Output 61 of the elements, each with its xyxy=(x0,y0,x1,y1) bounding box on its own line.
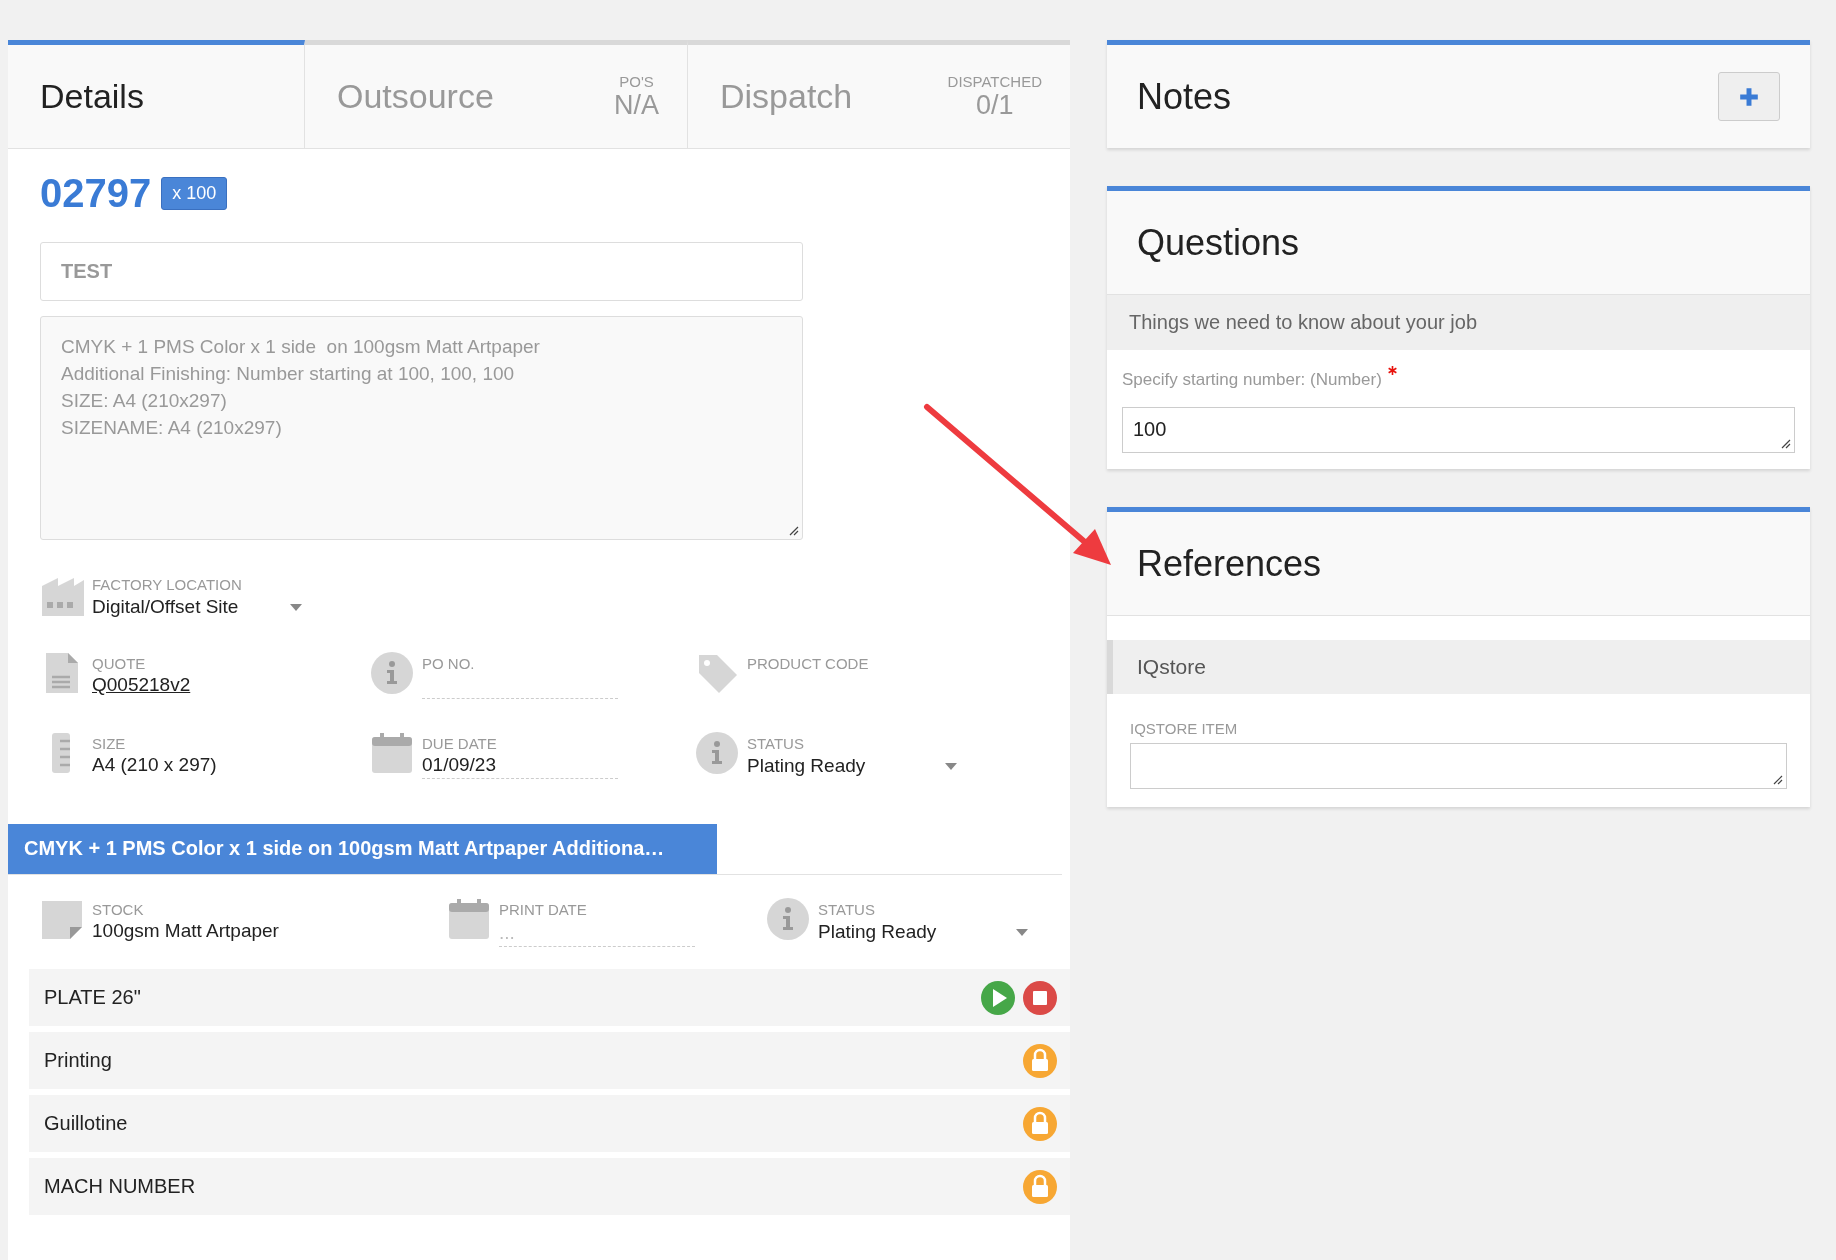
quantity-badge: x 100 xyxy=(161,177,228,210)
input-field[interactable]: ... xyxy=(499,920,695,947)
calendar-icon xyxy=(370,731,414,775)
field-label: QUOTE xyxy=(92,655,147,672)
lock-icon[interactable] xyxy=(1022,1105,1058,1142)
task-row[interactable]: Guillotine xyxy=(29,1095,1070,1152)
tab-count: N/A xyxy=(614,89,659,121)
info-icon xyxy=(766,897,810,941)
info-icon xyxy=(695,731,739,775)
task-row[interactable]: PLATE 26" xyxy=(29,969,1070,1026)
task-name: Guillotine xyxy=(44,1112,128,1135)
caret-icon xyxy=(290,603,302,611)
tab-count: 0/1 xyxy=(976,89,1014,121)
select-field[interactable]: Plating Ready xyxy=(747,754,957,778)
job-number: 02797 xyxy=(40,171,152,216)
caret-icon xyxy=(945,762,957,770)
field-label: FACTORY LOCATION xyxy=(92,576,243,593)
resize-handle-icon[interactable] xyxy=(789,526,799,536)
stop-icon[interactable] xyxy=(1022,979,1058,1016)
add-button[interactable] xyxy=(1718,72,1780,121)
card-title: References xyxy=(1137,542,1322,585)
field-value: 100gsm Matt Artpaper xyxy=(92,920,279,943)
resize-handle-icon[interactable] xyxy=(1773,775,1783,785)
card-title: Questions xyxy=(1137,221,1300,264)
task-row[interactable]: MACH NUMBER xyxy=(29,1158,1070,1215)
field-label: PRINT DATE xyxy=(499,901,588,918)
task-name: Printing xyxy=(44,1049,112,1072)
play-icon[interactable] xyxy=(980,979,1016,1016)
task-row[interactable]: Printing xyxy=(29,1032,1070,1089)
section-tab[interactable]: CMYK + 1 PMS Color x 1 side on 100gsm Matt Artpaper Additiona… xyxy=(8,824,717,874)
answer-field[interactable]: 100 xyxy=(1122,407,1795,453)
field-label: PO NO. xyxy=(422,655,476,672)
calendar-icon xyxy=(447,897,491,941)
resize-handle-icon[interactable] xyxy=(1781,439,1791,449)
tab-caption: PO'S xyxy=(619,72,654,90)
card-title: Notes xyxy=(1137,75,1232,118)
lock-icon[interactable] xyxy=(1022,1042,1058,1079)
field-label: PRODUCT CODE xyxy=(747,655,869,672)
field-value: A4 (210 x 297) xyxy=(92,754,217,777)
field-label: STATUS xyxy=(747,735,805,752)
select-field[interactable]: Digital/Offset Site xyxy=(92,595,302,619)
task-name: PLATE 26" xyxy=(44,986,141,1009)
plus-icon xyxy=(1738,85,1760,108)
field-label: STOCK xyxy=(92,901,145,918)
tab[interactable]: Details xyxy=(8,40,305,148)
group-header: IQstore xyxy=(1107,640,1810,694)
input-field[interactable]: 01/09/23 xyxy=(422,754,618,779)
input-field[interactable] xyxy=(1130,743,1787,789)
field-label: IQSTORE ITEM xyxy=(1130,720,1238,737)
lock-icon[interactable] xyxy=(1022,1168,1058,1205)
select-field[interactable]: Plating Ready xyxy=(818,920,1028,944)
task-name: MACH NUMBER xyxy=(44,1175,196,1198)
info-icon xyxy=(370,651,414,695)
caret-icon xyxy=(1016,928,1028,936)
quote-link[interactable]: Q005218v2 xyxy=(92,674,191,698)
question-label: Specify starting number: (Number) xyxy=(1122,369,1382,390)
tab-caption: DISPATCHED xyxy=(947,72,1042,90)
section-subtitle: Things we need to know about your job xyxy=(1107,295,1810,350)
field-label: SIZE xyxy=(92,735,127,752)
field-label: STATUS xyxy=(818,901,876,918)
field-label: DUE DATE xyxy=(422,735,498,752)
